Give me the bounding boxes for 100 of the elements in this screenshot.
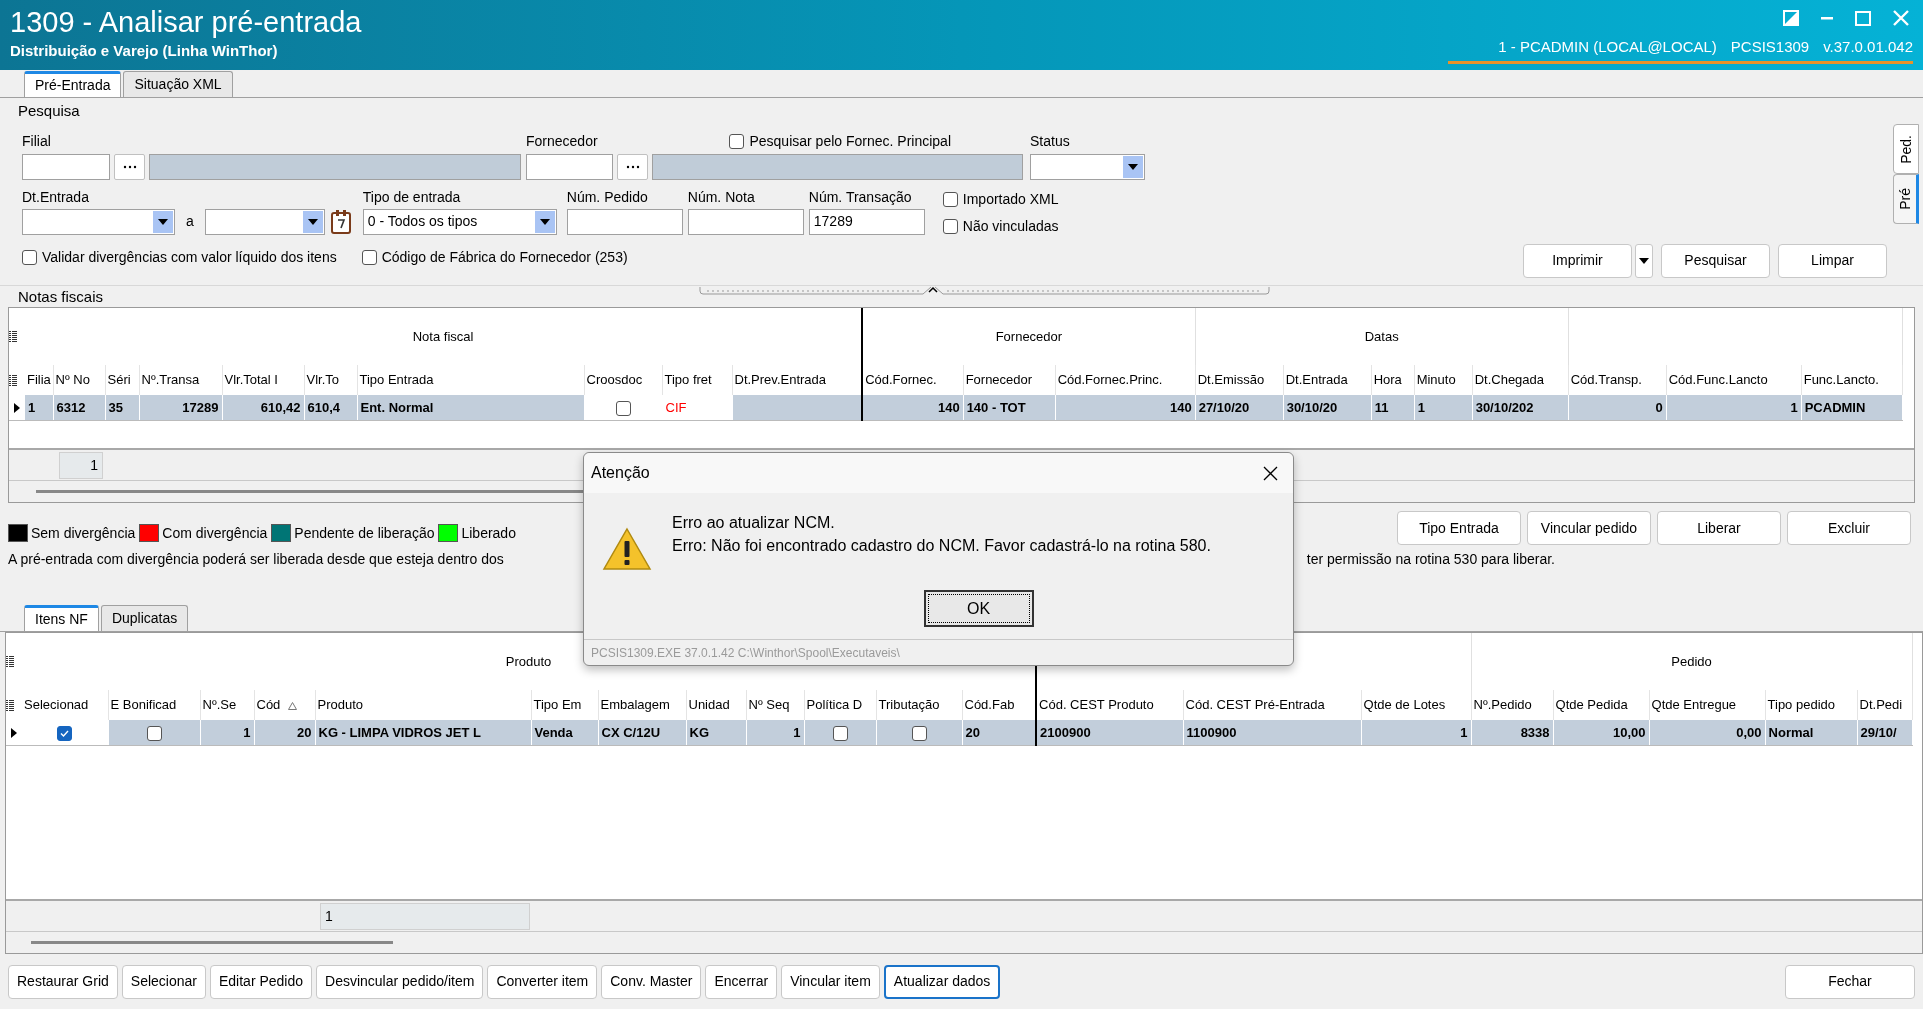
calendar-icon[interactable]	[328, 208, 353, 235]
checkbox[interactable]	[57, 725, 73, 741]
version-label: v.37.0.01.042	[1823, 37, 1913, 57]
restore-icon[interactable]	[1783, 10, 1799, 26]
caret-icon	[1639, 257, 1649, 264]
caret-icon	[539, 218, 550, 225]
ok-button[interactable]: OK	[923, 590, 1034, 627]
splitter-handle[interactable]	[698, 285, 1273, 296]
checkbox[interactable]	[832, 725, 848, 741]
input-field[interactable]	[22, 153, 110, 180]
dropdown-value: 0 - Todos os tipos	[367, 212, 478, 231]
row-count: 1	[320, 902, 530, 930]
button[interactable]: Imprimir	[1523, 243, 1632, 278]
button[interactable]: Vincular pedido	[1527, 511, 1651, 545]
column-chooser-icon[interactable]	[6, 656, 14, 667]
dialog-title: Atenção	[591, 463, 650, 483]
table-cell: CIF	[662, 395, 732, 420]
table-row[interactable]: 1 6312 35 17289 610,42 610,4 Ent. Normal CIF 140 140 - TOT 140 27/10/20 30/10/20 11 1 30/10/202 0 1 PCADMIN	[9, 395, 1903, 420]
legend-label: Liberado	[461, 523, 516, 543]
table-cell: 1	[200, 720, 254, 745]
table-cell: 140	[1055, 395, 1196, 420]
button[interactable]: Editar Pedido	[209, 964, 313, 999]
button[interactable]: Conv. Master	[601, 964, 702, 999]
column-chooser-icon[interactable]	[6, 699, 14, 711]
tab[interactable]: Situação XML	[123, 71, 233, 97]
tab[interactable]: Itens NF	[24, 605, 99, 631]
dialog-footer: PCSIS1309.EXE 37.0.1.42 C:\Winthor\Spool\Executaveis\	[591, 643, 900, 662]
description-field[interactable]	[149, 153, 521, 180]
button[interactable]: Restaurar Grid	[8, 964, 118, 999]
table-cell: 0	[1568, 395, 1667, 420]
button[interactable]: Excluir	[1787, 511, 1911, 545]
minimize-icon[interactable]	[1821, 16, 1833, 20]
checkbox[interactable]	[615, 400, 631, 416]
sort-icon[interactable]	[288, 701, 298, 710]
table-row[interactable]: 1 20 KG - LIMPA VIDROS JET L Venda CX C/12U KG 1 20 2100900 1100900 1 8338 10,00 0,00 Normal 29/10/	[6, 720, 1913, 745]
column-group-header: Pedido	[1471, 633, 1913, 690]
button[interactable]: Atualizar dados	[883, 964, 1001, 999]
table-cell: 8338	[1471, 720, 1554, 745]
button[interactable]: Fechar	[1785, 964, 1915, 999]
dialog-message: Erro: Não foi encontrado cadastro do NCM. Favor cadastrá-lo na rotina 580.	[672, 536, 1211, 556]
close-icon[interactable]	[1263, 465, 1278, 481]
column-group-header: Datas	[1195, 308, 1569, 365]
button[interactable]: Selecionar	[121, 964, 206, 999]
button[interactable]: Encerrar	[705, 964, 778, 999]
dropdown-button[interactable]	[1123, 155, 1143, 178]
dropdown-field[interactable]	[204, 208, 325, 235]
button[interactable]: Vincular item	[781, 964, 880, 999]
button[interactable]: Limpar	[1778, 243, 1887, 278]
checkbox[interactable]	[942, 218, 958, 234]
row-count: 1	[59, 451, 103, 479]
table-cell: 10,00	[1553, 720, 1650, 745]
button[interactable]: Converter item	[487, 964, 598, 999]
input-field[interactable]	[566, 208, 683, 235]
button[interactable]: Desvincular pedido/item	[316, 964, 484, 999]
more-icon	[122, 164, 137, 169]
tab[interactable]: Pré-Entrada	[24, 71, 122, 97]
row-indicator-icon	[11, 728, 17, 739]
dropdown-field[interactable]	[1030, 153, 1145, 180]
description-field[interactable]	[652, 153, 1023, 180]
checkbox-label: Código de Fábrica do Fornecedor (253)	[381, 247, 628, 267]
warning-icon	[602, 527, 652, 571]
checkbox[interactable]	[942, 191, 958, 207]
checkbox[interactable]	[146, 725, 162, 741]
program-code: PCSIS1309	[1730, 37, 1810, 57]
field-label: Status	[1030, 131, 1071, 151]
tab[interactable]: Duplicatas	[100, 605, 189, 631]
button[interactable]: Tipo Entrada	[1397, 511, 1521, 545]
input-field[interactable]	[687, 208, 804, 235]
field-label: Dt.Entrada	[22, 187, 90, 207]
column-chooser-icon[interactable]	[9, 374, 17, 386]
scrollbar-thumb[interactable]	[31, 941, 393, 944]
checkbox[interactable]	[729, 133, 745, 149]
checkbox[interactable]	[911, 725, 927, 741]
dropdown-button[interactable]	[534, 210, 555, 233]
table-cell: 1	[1414, 395, 1473, 420]
table-cell: Ent. Normal	[357, 395, 584, 420]
dropdown-field[interactable]: 0 - Todos os tipos	[362, 208, 557, 235]
dropdown-button[interactable]	[153, 210, 173, 233]
input-field[interactable]	[526, 153, 613, 180]
table-cell: CX C/12U	[598, 720, 686, 745]
dropdown-field[interactable]	[22, 208, 175, 235]
table-cell: 1	[1666, 395, 1802, 420]
input-field[interactable]: 17289	[808, 208, 925, 235]
maximize-icon[interactable]	[1855, 10, 1871, 26]
table-cell: 20	[962, 720, 1037, 745]
side-tab[interactable]: Pré	[1893, 174, 1919, 224]
side-tab[interactable]: Ped.	[1893, 124, 1919, 174]
column-chooser-icon[interactable]	[9, 331, 17, 342]
column-group-header: Nota fiscal	[25, 308, 863, 365]
dropdown-button[interactable]	[1635, 243, 1653, 278]
field-label: Núm. Nota	[687, 187, 756, 207]
checkbox[interactable]	[22, 249, 37, 265]
table-cell: 140 - TOT	[963, 395, 1056, 420]
checkbox[interactable]	[361, 249, 377, 265]
button[interactable]: Liberar	[1657, 511, 1781, 545]
table-cell: 1	[1361, 720, 1472, 745]
dropdown-button[interactable]	[302, 210, 323, 233]
button[interactable]: Pesquisar	[1661, 243, 1770, 278]
table-cell: 0,00	[1649, 720, 1766, 745]
table-cell: 610,4	[304, 395, 357, 420]
